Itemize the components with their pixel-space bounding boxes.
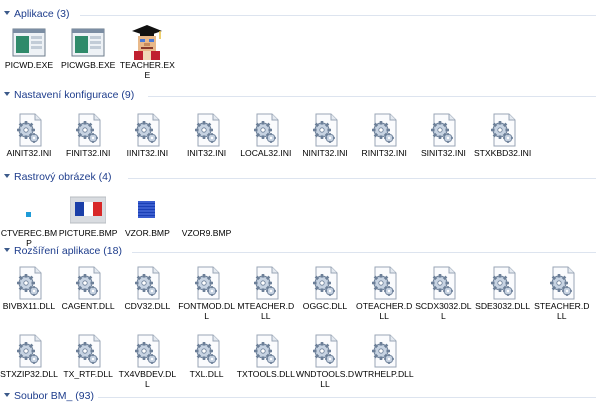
file-name: STXKBD32.INI (473, 148, 532, 158)
file-name: SCDX3032.DLL (415, 301, 472, 321)
dll-gear-icon (129, 265, 165, 301)
ini-gear-icon (425, 112, 461, 148)
file-name: SDE3032.DLL (475, 301, 531, 311)
file-name: SINIT32.INI (420, 148, 466, 158)
chevron-down-icon[interactable] (4, 393, 10, 397)
dll-gear-icon (189, 333, 225, 369)
ini-gear-icon (70, 112, 106, 148)
group-separator (148, 96, 596, 97)
ini-gear-icon (248, 112, 284, 148)
ini-gear-icon (129, 112, 165, 148)
file-name: VZOR9.BMP (181, 228, 232, 238)
group-separator (128, 178, 596, 179)
dll-gear-icon (189, 265, 225, 301)
file-name: VZOR.BMP (124, 228, 170, 238)
file-name: CAGENT.DLL (61, 301, 115, 311)
group-separator (80, 15, 596, 16)
blue-pattern-bitmap-icon (129, 192, 165, 228)
dll-gear-icon (129, 333, 165, 369)
group-header[interactable]: Rozšíření aplikace (18) (0, 245, 600, 259)
file-name: PICTURE.BMP (58, 228, 118, 238)
file-name: INIT32.INI (187, 148, 227, 158)
file-name: OTEACHER.DLL (356, 301, 413, 321)
file-name: TXL.DLL (189, 369, 224, 379)
blank-bitmap-icon (189, 192, 225, 228)
dll-gear-icon (11, 333, 47, 369)
dll-gear-icon (248, 333, 284, 369)
ini-gear-icon (11, 112, 47, 148)
small-square-bitmap-icon (11, 192, 47, 228)
dll-gear-icon (70, 333, 106, 369)
group-separator (98, 397, 596, 398)
file-name: BIVBX11.DLL (2, 301, 56, 311)
exe-window-icon (70, 24, 106, 60)
dll-gear-icon (70, 265, 106, 301)
file-name: FINIT32.INI (65, 148, 111, 158)
group-separator (132, 252, 596, 253)
file-name: STXZIP32.DLL (0, 369, 58, 379)
group-title: Rastrový obrázek (4) (14, 171, 112, 183)
chevron-down-icon[interactable] (4, 92, 10, 96)
chevron-down-icon[interactable] (4, 174, 10, 178)
ini-gear-icon (485, 112, 521, 148)
dll-gear-icon (307, 265, 343, 301)
group-title: Aplikace (3) (14, 8, 70, 20)
group-header[interactable]: Nastavení konfigurace (9) (0, 89, 600, 103)
file-name: TXTOOLS.DLL (236, 369, 295, 379)
french-flag-bitmap-icon (70, 192, 107, 228)
file-name: IINIT32.INI (126, 148, 169, 158)
file-name: LOCAL32.INI (240, 148, 292, 158)
file-name: CDV32.DLL (124, 301, 171, 311)
group-title: Rozšíření aplikace (18) (14, 245, 122, 257)
file-name: OGGC.DLL (302, 301, 348, 311)
ini-gear-icon (307, 112, 343, 148)
dll-gear-icon (544, 265, 580, 301)
file-name: RINIT32.INI (361, 148, 407, 158)
file-name: WTRHELP.DLL (354, 369, 414, 379)
exe-window-icon (11, 24, 47, 60)
file-name: AINIT32.INI (6, 148, 52, 158)
group-title: Soubor BM_ (93) (14, 390, 94, 402)
dll-gear-icon (366, 333, 402, 369)
file-name: WNDTOOLS.DLL (295, 369, 355, 389)
file-name: PICWGB.EXE (60, 60, 116, 70)
file-name: PICWD.EXE (4, 60, 54, 70)
file-name: TX4VBDEV.DLL (118, 369, 177, 389)
chevron-down-icon[interactable] (4, 11, 10, 15)
dll-gear-icon (248, 265, 284, 301)
file-name: TX_RTF.DLL (63, 369, 113, 379)
group-header[interactable]: Aplikace (3) (0, 8, 600, 22)
teacher-graduate-icon (129, 24, 165, 60)
chevron-down-icon[interactable] (4, 248, 10, 252)
group-header[interactable]: Rastrový obrázek (4) (0, 171, 600, 185)
group-title: Nastavení konfigurace (9) (14, 89, 135, 101)
file-name: TEACHER.EXE (119, 60, 175, 80)
dll-gear-icon (11, 265, 47, 301)
file-name: MTEACHER.DLL (237, 301, 295, 321)
file-name: STEACHER.DLL (534, 301, 590, 321)
file-name: NINIT32.INI (302, 148, 348, 158)
dll-gear-icon (425, 265, 461, 301)
group-header[interactable]: Soubor BM_ (93) (0, 390, 600, 404)
ini-gear-icon (366, 112, 402, 148)
ini-gear-icon (189, 112, 225, 148)
file-name: FONTMOD.DLL (178, 301, 235, 321)
dll-gear-icon (307, 333, 343, 369)
dll-gear-icon (485, 265, 521, 301)
dll-gear-icon (366, 265, 402, 301)
